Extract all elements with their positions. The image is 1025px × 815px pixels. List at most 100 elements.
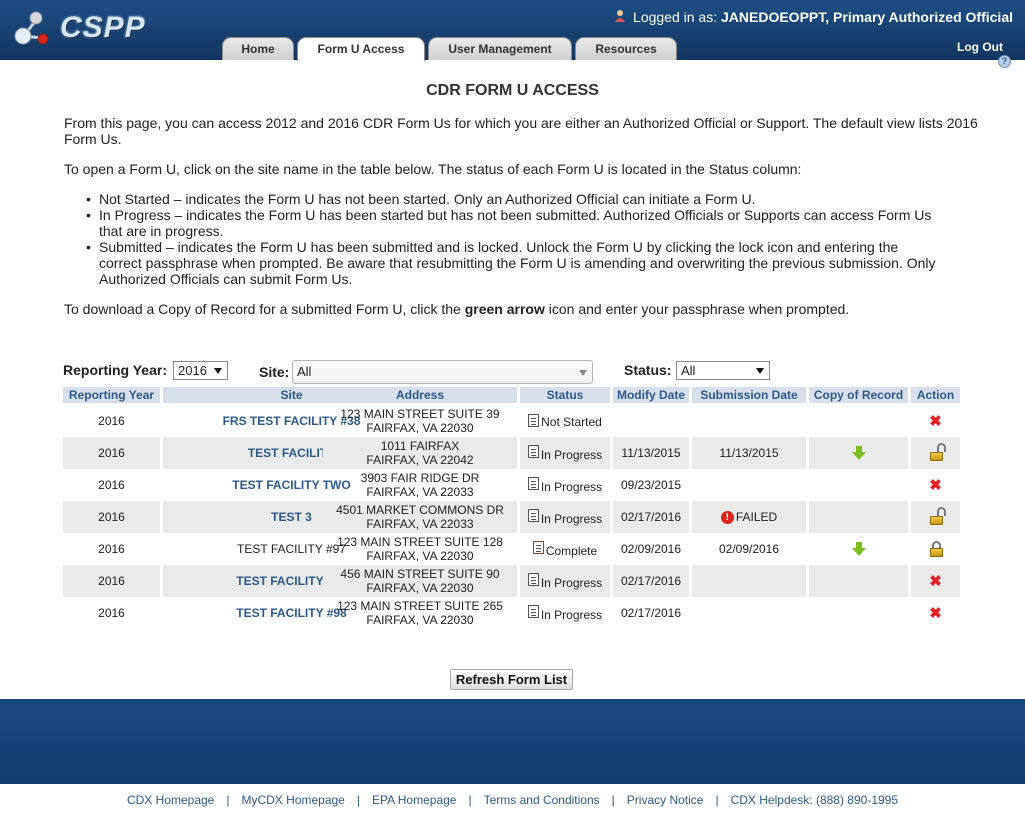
col-action: ✖	[911, 469, 960, 501]
header-col-copy-of-record[interactable]: Copy of Record	[809, 387, 908, 403]
col-submission-date	[692, 597, 806, 629]
address-line-2: FAIRFAX, VA 22042	[366, 453, 474, 467]
header-col-submission-date[interactable]: Submission Date	[692, 387, 806, 403]
delete-icon[interactable]: ✖	[929, 478, 942, 493]
footer-link[interactable]: MyCDX Homepage	[241, 793, 344, 807]
col-status: Complete	[520, 533, 610, 565]
site-label: Site:	[259, 364, 290, 380]
col-copy-of-record	[809, 533, 908, 565]
footer-link[interactable]: EPA Homepage	[372, 793, 457, 807]
logo-text: CSPP	[60, 11, 146, 44]
address-line-2: FAIRFAX, VA 22030	[366, 549, 474, 563]
address-line-2: FAIRFAX, VA 22033	[366, 517, 474, 531]
unlock-icon[interactable]	[928, 507, 946, 525]
lock-icon[interactable]	[928, 541, 944, 557]
header-col-address[interactable]: Address	[323, 387, 517, 403]
document-icon	[527, 508, 539, 522]
failed-text: FAILED	[735, 510, 778, 524]
help-icon[interactable]: ?	[998, 55, 1011, 68]
col-reporting-year: 2016	[98, 478, 125, 492]
status-cell: In Progress	[527, 572, 602, 590]
status-cell: In Progress	[527, 604, 603, 622]
reporting-year-label: Reporting Year:	[63, 362, 167, 378]
header-col-modify-date[interactable]: Modify Date	[613, 387, 689, 403]
col-action	[911, 501, 960, 533]
reporting-year-value: 2016	[178, 363, 207, 378]
table-row: 2016 TEST FACILITY 999 456 MAIN STREET SUI…	[63, 565, 960, 597]
table-row: 2016 TEST FACILITY #98 123 MAIN STREET SUI…	[63, 597, 960, 629]
bullet-in-progress: In Progress – indicates the Form U has b…	[82, 207, 942, 239]
delete-icon[interactable]: ✖	[929, 574, 942, 589]
table-row: 2016 FRS TEST FACILITY #38 123 MAIN STREET…	[63, 405, 960, 437]
footer-links: CDX Homepage | MyCDX Homepage | EPA Homepage…	[0, 793, 1025, 807]
header-col-action[interactable]: Action	[911, 387, 960, 403]
address-line-1: 1011 FAIRFAX	[380, 439, 460, 453]
address-line-1: 4501 MARKET COMMONS DR	[336, 503, 504, 517]
col-modify-date: 02/17/2016	[613, 501, 689, 533]
col-modify-date: 11/13/2015	[613, 437, 689, 469]
col-action	[911, 437, 960, 469]
col-address: 123 MAIN STREET SUITE 39 FAIRFAX, VA 2203…	[323, 405, 517, 437]
bullet-not-started: Not Started – indicates the Form U has n…	[82, 191, 942, 207]
delete-icon[interactable]: ✖	[929, 606, 942, 621]
tab-user-management[interactable]: User Management	[428, 37, 572, 60]
reporting-year-select[interactable]: 2016	[173, 361, 228, 380]
col-action	[911, 533, 960, 565]
col-modify-date: 02/09/2016	[620, 542, 682, 556]
logged-in-user: JANEDOEOPPT, Primary Authorized Official	[721, 9, 1013, 25]
site-select[interactable]: All	[292, 360, 593, 384]
footer-link[interactable]: CDX Homepage	[127, 793, 214, 807]
header-col-status[interactable]: Status	[520, 387, 610, 403]
status-filter-value: All	[681, 363, 696, 378]
col-address: 3903 FAIR RIDGE DR FAIRFAX, VA 22033	[323, 469, 517, 501]
download-arrow-icon[interactable]	[851, 542, 866, 556]
download-arrow-icon[interactable]	[851, 446, 866, 460]
address-line-2: FAIRFAX, VA 22033	[366, 485, 474, 499]
address-line-1: 123 MAIN STREET SUITE 128	[337, 535, 503, 549]
tab-form-u-access[interactable]: Form U Access	[297, 37, 425, 61]
col-copy-of-record	[809, 437, 908, 469]
tab-home[interactable]: Home	[222, 37, 294, 60]
footer-link[interactable]: CDX Helpdesk: (888) 890-1995	[731, 793, 898, 807]
document-icon	[527, 572, 539, 586]
header-col-reporting-year[interactable]: Reporting Year	[63, 387, 160, 403]
footer-link[interactable]: Privacy Notice	[627, 793, 704, 807]
col-reporting-year: 2016	[63, 437, 160, 469]
table-row: 2016 TEST FACILITY TWO 3903 FAIR RIDGE DR F…	[63, 469, 960, 501]
col-copy-of-record	[809, 597, 908, 629]
document-icon	[527, 604, 539, 618]
unlock-icon[interactable]	[928, 443, 946, 461]
col-reporting-year: 2016	[98, 542, 125, 556]
col-submission-date	[692, 565, 806, 597]
col-copy-of-record	[809, 501, 908, 533]
table-row: 2016 TEST 3 4501 MARKET COMMONS DR FAIRFAX,…	[63, 501, 960, 533]
footer-separator: |	[356, 793, 360, 807]
tab-resources[interactable]: Resources	[575, 37, 677, 60]
site-link[interactable]: TEST 3	[271, 510, 312, 524]
address-line-2: FAIRFAX, VA 22030	[366, 421, 474, 435]
delete-icon[interactable]: ✖	[929, 414, 942, 429]
site-select-value: All	[297, 364, 312, 379]
status-cell: In Progress	[527, 476, 602, 494]
col-action: ✖	[911, 565, 960, 597]
status-filter-select[interactable]: All	[676, 361, 770, 380]
col-address: 456 MAIN STREET SUITE 90 FAIRFAX, VA 2203…	[323, 565, 517, 597]
footer-separator: |	[715, 793, 719, 807]
col-reporting-year: 2016	[98, 606, 125, 620]
cspp-logo[interactable]: CSPP	[12, 6, 152, 50]
refresh-form-list-button[interactable]: Refresh Form List	[450, 669, 573, 690]
complete-document-icon	[532, 540, 544, 554]
col-action: ✖	[911, 597, 960, 629]
logout-link[interactable]: Log Out	[957, 40, 1003, 54]
user-icon	[613, 9, 627, 23]
dropdown-arrow-icon	[756, 368, 764, 374]
address-line-2: FAIRFAX, VA 22030	[366, 581, 474, 595]
address-line-1: 123 MAIN STREET SUITE 265	[337, 599, 503, 613]
status-text: In Progress	[540, 511, 603, 526]
document-icon	[527, 444, 539, 458]
footer-link[interactable]: Terms and Conditions	[484, 793, 600, 807]
col-reporting-year: 2016	[63, 501, 160, 533]
col-submission-date: 02/09/2016	[718, 542, 780, 556]
col-status: Not Started	[520, 405, 610, 437]
status-text: In Progress	[540, 607, 603, 622]
